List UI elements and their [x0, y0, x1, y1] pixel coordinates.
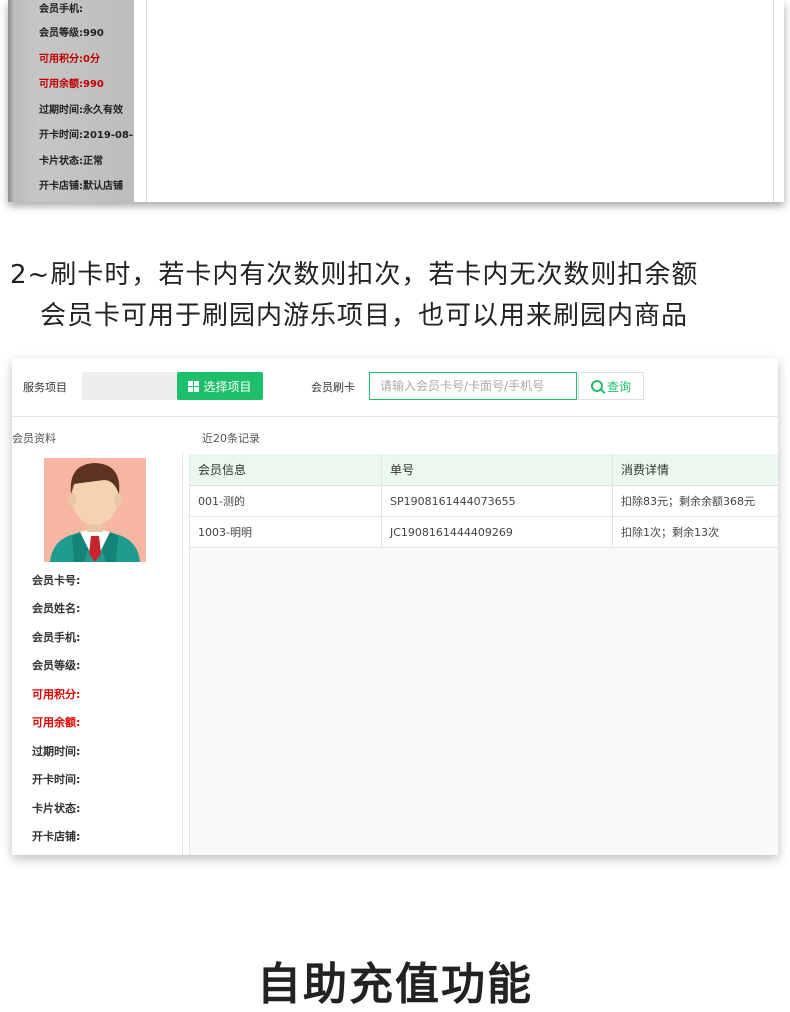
member-field-points: 可用积分:	[32, 688, 81, 701]
member-field-status: 卡片状态:	[32, 802, 81, 815]
column-header: 会员信息	[190, 454, 382, 486]
records-table: 会员信息 单号 消费详情 001-测的 SP1908161444073655 扣…	[190, 454, 778, 548]
top-info-row: 卡片状态:正常	[39, 156, 103, 167]
select-project-button[interactable]: 选择项目	[177, 372, 263, 400]
table-row[interactable]: 001-测的 SP1908161444073655 扣除83元；剩余余额368元	[190, 485, 778, 517]
column-header: 消费详情	[612, 454, 778, 486]
card-swipe-label: 会员刷卡	[311, 381, 355, 394]
top-info-row: 开卡店铺:默认店铺	[39, 181, 123, 192]
table-cell: SP1908161444073655	[381, 485, 613, 517]
member-field-card-no: 会员卡号:	[32, 574, 81, 587]
caption-line-1: 2~刷卡时，若卡内有次数则扣次，若卡内无次数则扣余额	[10, 260, 699, 290]
records-panel: 会员信息 单号 消费详情 001-测的 SP1908161444073655 扣…	[189, 454, 778, 855]
table-row[interactable]: 1003-明明 JC1908161444409269 扣除1次；剩余13次	[190, 516, 778, 548]
top-content-area	[146, 0, 774, 202]
search-icon	[590, 380, 603, 392]
table-cell: 001-测的	[190, 485, 382, 517]
member-field-balance: 可用余额:	[32, 716, 81, 729]
user-avatar	[44, 458, 146, 562]
records-title: 近20条记录	[202, 432, 260, 445]
service-label: 服务项目	[23, 381, 67, 394]
toolbar: 服务项目 选择项目 会员刷卡 查询	[12, 358, 778, 417]
member-field-level: 会员等级:	[32, 659, 81, 672]
member-info-panel: 会员卡号: 会员姓名: 会员手机: 会员等级: 可用积分: 可用余额: 过期时间…	[12, 452, 183, 855]
member-field-store: 开卡店铺:	[32, 830, 81, 843]
section-heading: 自助充值功能	[257, 959, 533, 1010]
top-member-info-panel: 会员手机: 会员等级:990 可用积分:0分 可用余额:990 过期时间:永久有…	[8, 0, 134, 202]
table-cell: 扣除1次；剩余13次	[612, 516, 778, 548]
member-field-name: 会员姓名:	[32, 602, 81, 615]
select-project-label: 选择项目	[203, 379, 252, 394]
caption-line-2: 会员卡可用于刷园内游乐项目，也可以用来刷园内商品	[40, 301, 689, 331]
grid-icon	[188, 380, 200, 392]
member-swipe-screenshot: 服务项目 选择项目 会员刷卡 查询 会员资料 近20条记录 会员卡号:	[12, 358, 778, 855]
member-field-expire: 过期时间:	[32, 745, 81, 758]
top-screenshot-snippet: 会员手机: 会员等级:990 可用积分:0分 可用余额:990 过期时间:永久有…	[8, 0, 784, 202]
query-button[interactable]: 查询	[578, 372, 644, 400]
member-field-open-date: 开卡时间:	[32, 773, 81, 786]
table-header-row: 会员信息 单号 消费详情	[190, 454, 778, 486]
table-cell: 1003-明明	[190, 516, 382, 548]
top-info-row: 会员等级:990	[39, 28, 104, 39]
table-cell: JC1908161444409269	[381, 516, 613, 548]
table-cell: 扣除83元；剩余余额368元	[612, 485, 778, 517]
member-field-phone: 会员手机:	[32, 631, 81, 644]
top-info-row: 过期时间:永久有效	[39, 105, 123, 116]
top-info-row: 会员手机:	[39, 4, 83, 15]
column-header: 单号	[381, 454, 613, 486]
top-info-row: 可用积分:0分	[39, 54, 100, 65]
top-info-row: 可用余额:990	[39, 79, 104, 90]
card-search-input[interactable]	[369, 372, 577, 400]
service-field[interactable]	[82, 372, 178, 400]
member-info-title: 会员资料	[12, 432, 56, 445]
query-label: 查询	[606, 379, 631, 394]
top-info-row: 开卡时间:2019-08-15	[39, 130, 134, 141]
